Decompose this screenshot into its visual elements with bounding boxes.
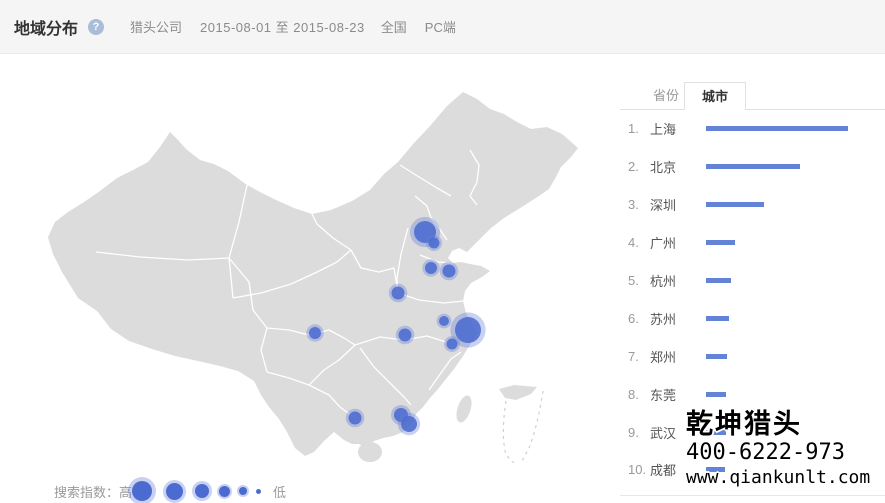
panel-bottom-divider — [620, 495, 885, 496]
map-bubble-zhengzhou[interactable] — [392, 287, 405, 300]
search-index-legend: 搜索指数：高 低 — [54, 479, 286, 503]
map-bubble-nanjing[interactable] — [439, 316, 449, 326]
rank-number: 9. — [628, 425, 650, 440]
city-name: 苏州 — [650, 309, 698, 328]
ranking-row: 1.上海 — [620, 110, 885, 148]
legend-circle — [256, 489, 261, 494]
ranking-row: 2.北京 — [620, 148, 885, 186]
index-bar — [706, 164, 800, 169]
rank-number: 1. — [628, 121, 650, 136]
map-bubble-hangzhou[interactable] — [447, 339, 458, 350]
ranking-row: 7.郑州 — [620, 337, 885, 375]
legend-circle — [239, 487, 247, 495]
city-name: 郑州 — [650, 347, 698, 366]
ranking-row: 9.武汉 — [620, 413, 885, 451]
rank-number: 7. — [628, 349, 650, 364]
legend-circle — [195, 484, 209, 498]
map-bubble-tianjin[interactable] — [429, 238, 440, 249]
index-bar — [706, 354, 727, 359]
ranking-row: 6.苏州 — [620, 299, 885, 337]
rank-number: 4. — [628, 235, 650, 250]
rank-number: 5. — [628, 273, 650, 288]
city-name: 深圳 — [650, 195, 698, 214]
legend-low-label: 低 — [273, 482, 286, 501]
south-sea-dashed-boundary — [503, 391, 543, 463]
rank-number: 8. — [628, 387, 650, 402]
index-bar — [706, 467, 725, 472]
city-name: 东莞 — [650, 385, 698, 404]
index-bar — [706, 278, 731, 283]
map-bubble-shanghai[interactable] — [455, 317, 481, 343]
ranking-panel: 省份 城市 1.上海2.北京3.深圳4.广州5.杭州6.苏州7.郑州8.东莞9.… — [620, 83, 885, 110]
city-ranking-list: 1.上海2.北京3.深圳4.广州5.杭州6.苏州7.郑州8.东莞9.武汉10.成… — [620, 110, 885, 489]
city-name: 成都 — [650, 460, 698, 479]
rank-number: 2. — [628, 159, 650, 174]
ranking-row: 5.杭州 — [620, 262, 885, 300]
legend-size-circles — [132, 481, 261, 501]
ranking-row: 4.广州 — [620, 224, 885, 262]
map-bubble-nanning[interactable] — [349, 412, 362, 425]
ranking-row: 3.深圳 — [620, 186, 885, 224]
rank-number: 10. — [628, 462, 650, 477]
index-bar — [706, 392, 726, 397]
south-china-sea-shape — [499, 385, 537, 400]
city-name: 北京 — [650, 157, 698, 176]
rank-number: 6. — [628, 311, 650, 326]
city-name: 杭州 — [650, 271, 698, 290]
index-bar — [706, 316, 729, 321]
map-bubble-chengdu[interactable] — [309, 327, 321, 339]
legend-high-label: 搜索指数：高 — [54, 482, 132, 501]
ranking-tabs: 省份 城市 — [620, 83, 885, 110]
legend-circle — [132, 481, 152, 501]
map-bubble-qingdao[interactable] — [443, 265, 456, 278]
geo-distribution-page: 地域分布 ? 猎头公司 2015-08-01 至 2015-08-23 全国 P… — [0, 0, 885, 503]
taiwan-island-shape — [453, 394, 474, 425]
map-bubble-wuhan[interactable] — [399, 329, 412, 342]
ranking-row: 8.东莞 — [620, 375, 885, 413]
ranking-row: 10.成都 — [620, 451, 885, 489]
hainan-island-shape — [358, 442, 382, 462]
legend-circle — [219, 486, 230, 497]
city-name: 武汉 — [650, 423, 698, 442]
index-bar — [706, 430, 726, 435]
city-name: 上海 — [650, 119, 698, 138]
index-bar — [706, 240, 735, 245]
tab-city[interactable]: 城市 — [684, 82, 746, 110]
rank-number: 3. — [628, 197, 650, 212]
index-bar — [706, 126, 848, 131]
legend-circle — [166, 483, 183, 500]
city-name: 广州 — [650, 233, 698, 252]
index-bar — [706, 202, 764, 207]
map-bubble-jinan[interactable] — [425, 262, 437, 274]
map-bubble-shenzhen[interactable] — [401, 416, 417, 432]
